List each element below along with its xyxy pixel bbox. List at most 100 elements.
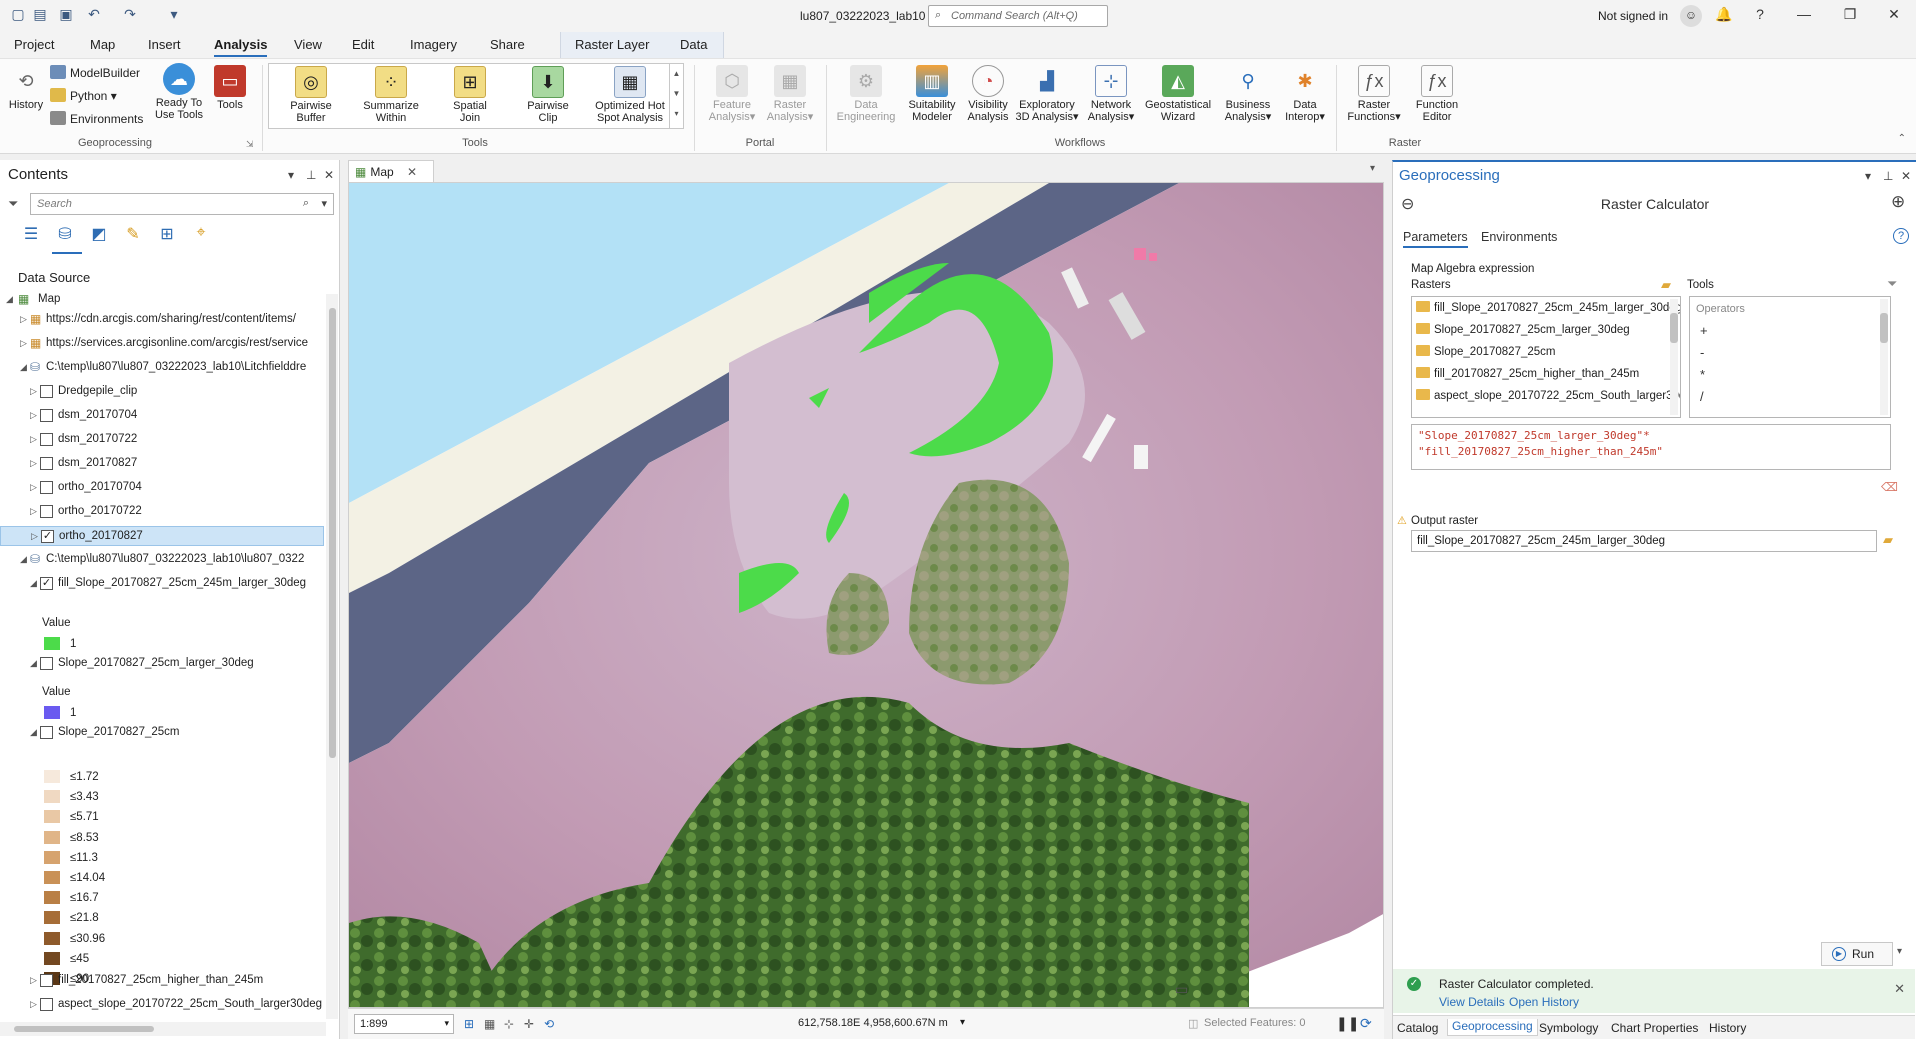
collapse-icon[interactable]: ◢ [20, 554, 27, 565]
tab-view[interactable]: View [294, 37, 322, 52]
chevron-down-icon[interactable]: ▾ [1370, 163, 1375, 174]
tree-layer-row[interactable]: ◢ Slope_20170827_25cm_larger_30deg [0, 654, 324, 674]
layer-visibility-checkbox[interactable] [40, 409, 53, 422]
layer-visibility-checkbox-checked[interactable]: ✓ [41, 530, 54, 543]
environments-button[interactable]: Environments [50, 111, 143, 126]
notifications-bell-icon[interactable]: 🔔 [1714, 6, 1734, 23]
tools-button[interactable]: ▭ Tools [210, 65, 250, 111]
python-button[interactable]: Python ▾ [50, 88, 117, 103]
tree-source-row[interactable]: ▷ ▦ https://services.arcgisonline.com/ar… [0, 334, 324, 354]
tab-data[interactable]: Data [680, 37, 707, 52]
refresh-icon[interactable]: ⟳ [1360, 1015, 1372, 1032]
layer-visibility-checkbox-checked[interactable]: ✓ [40, 577, 53, 590]
add-icon[interactable]: ⊕ [1891, 192, 1905, 212]
expand-icon[interactable]: ▷ [30, 506, 37, 517]
expand-icon[interactable]: ▷ [30, 410, 37, 421]
legend-swatch[interactable] [44, 706, 60, 719]
tree-layer-row[interactable]: ▷ ortho_20170722 [0, 502, 324, 522]
legend-swatch[interactable] [44, 790, 60, 804]
expand-icon[interactable]: ▷ [30, 975, 37, 986]
tab-imagery[interactable]: Imagery [410, 37, 457, 52]
tree-layer-row[interactable]: ▷ Dredgepile_clip [0, 382, 324, 402]
map-view-tab[interactable]: ▦ Map ✕ [348, 160, 434, 182]
list-item[interactable]: fill_20170827_25cm_higher_than_245m [1416, 367, 1639, 380]
pin-icon[interactable]: ⊥ [1883, 169, 1893, 183]
legend-swatch[interactable] [44, 951, 60, 965]
filter-icon[interactable]: ⏷ [8, 196, 18, 212]
browse-folder-icon[interactable]: ▰ [1883, 532, 1893, 548]
list-item[interactable]: fill_Slope_20170827_25cm_245m_larger_30d… [1416, 301, 1680, 314]
business-analysis-button[interactable]: ⚲ Business Analysis▾ [1218, 65, 1278, 123]
tree-layer-row[interactable]: ▷ fill_20170827_25cm_higher_than_245m [0, 971, 324, 991]
pane-options-icon[interactable]: ▾ [1865, 169, 1871, 183]
operator-divide[interactable]: / [1700, 389, 1704, 404]
geostatistical-wizard-button[interactable]: ◭ Geostatistical Wizard [1142, 65, 1214, 123]
pairwise-clip-button[interactable]: ⬇ Pairwise Clip [515, 66, 581, 124]
open-project-icon[interactable]: ▤ [30, 6, 50, 23]
dismiss-notice-icon[interactable]: ✕ [1894, 981, 1905, 997]
list-by-selection-icon[interactable]: ◩ [86, 224, 112, 248]
layer-visibility-checkbox[interactable] [40, 385, 53, 398]
tree-layer-row[interactable]: ▷ dsm_20170827 [0, 454, 324, 474]
search-icon[interactable]: ⌕ [303, 197, 309, 210]
layer-visibility-checkbox[interactable] [40, 433, 53, 446]
legend-swatch[interactable] [44, 911, 60, 925]
customize-qat-icon[interactable]: ▾ [164, 6, 184, 23]
legend-swatch[interactable] [44, 830, 60, 844]
dialog-launcher-icon[interactable]: ⇲ [246, 139, 254, 150]
sign-in-status[interactable]: Not signed in [1598, 9, 1668, 23]
collapse-icon[interactable]: ◢ [20, 362, 27, 373]
contents-vertical-scrollbar[interactable] [326, 294, 338, 1019]
data-interop-button[interactable]: ✱ Data Interop▾ [1280, 65, 1330, 123]
scroll-thumb[interactable] [14, 1026, 154, 1032]
restore-button[interactable]: ❐ [1840, 6, 1860, 23]
chevron-down-icon[interactable]: ▾ [321, 197, 327, 210]
tree-layer-row[interactable]: ▷ dsm_20170722 [0, 430, 324, 450]
browse-folder-icon[interactable]: ▰ [1661, 277, 1671, 293]
function-editor-button[interactable]: ƒx Function Editor [1408, 65, 1466, 123]
help-icon[interactable]: ? [1750, 6, 1770, 22]
tab-geoprocessing[interactable]: Geoprocessing [1447, 1019, 1538, 1036]
legend-swatch[interactable] [44, 850, 60, 864]
tab-chart-properties[interactable]: Chart Properties [1611, 1021, 1698, 1035]
gallery-scroll[interactable]: ▲ ▼ ▾ [669, 64, 683, 128]
view-details-link[interactable]: View Details [1439, 995, 1505, 1009]
fixed-zoom-icon[interactable]: ⊞ [464, 1017, 474, 1031]
expand-icon[interactable]: ▷ [30, 434, 37, 445]
list-item[interactable]: Slope_20170827_25cm [1416, 345, 1556, 358]
avatar[interactable]: ☺ [1680, 5, 1702, 27]
legend-swatch[interactable] [44, 637, 60, 650]
map-overview-icon[interactable]: ▭ [1175, 981, 1188, 998]
tree-layer-row[interactable]: ◢ ✓ fill_Slope_20170827_25cm_245m_larger… [0, 574, 324, 594]
collapse-icon[interactable]: ◢ [30, 578, 37, 589]
pairwise-buffer-button[interactable]: ◎ Pairwise Buffer [275, 66, 347, 124]
contents-horizontal-scrollbar[interactable] [0, 1022, 326, 1036]
list-by-drawing-order-icon[interactable]: ☰ [18, 224, 44, 248]
layer-visibility-checkbox[interactable] [40, 657, 53, 670]
operators-scrollbar[interactable] [1880, 299, 1888, 415]
tab-insert[interactable]: Insert [148, 37, 181, 52]
tab-analysis[interactable]: Analysis [214, 37, 268, 57]
operator-minus[interactable]: - [1700, 345, 1704, 360]
collapse-icon[interactable]: ◢ [30, 658, 37, 669]
scroll-thumb[interactable] [329, 308, 336, 758]
tab-environments[interactable]: Environments [1481, 230, 1557, 244]
pause-drawing-icon[interactable]: ❚❚ [1336, 1015, 1359, 1032]
map-algebra-expression-input[interactable]: "Slope_20170827_25cm_larger_30deg"* "fil… [1411, 424, 1891, 470]
pin-icon[interactable]: ⊥ [306, 168, 316, 182]
layer-visibility-checkbox[interactable] [40, 481, 53, 494]
contents-search-input[interactable]: Search ⌕ ▾ [30, 193, 334, 215]
layer-visibility-checkbox[interactable] [40, 726, 53, 739]
legend-swatch[interactable] [44, 871, 60, 884]
network-analysis-button[interactable]: ⊹ Network Analysis▾ [1084, 65, 1138, 123]
raster-functions-button[interactable]: ƒx Raster Functions▾ [1344, 65, 1404, 123]
expand-icon[interactable]: ▷ [30, 999, 37, 1010]
tab-catalog[interactable]: Catalog [1397, 1021, 1438, 1035]
minimize-button[interactable]: — [1794, 6, 1814, 22]
expand-icon[interactable]: ▷ [30, 458, 37, 469]
expand-icon[interactable]: ▷ [31, 531, 38, 542]
tab-raster-layer[interactable]: Raster Layer [575, 37, 649, 52]
data-engineering-button[interactable]: ⚙ Data Engineering [834, 65, 898, 123]
list-by-labeling-icon[interactable]: ⌖ [188, 224, 214, 248]
close-window-button[interactable]: ✕ [1884, 6, 1904, 23]
